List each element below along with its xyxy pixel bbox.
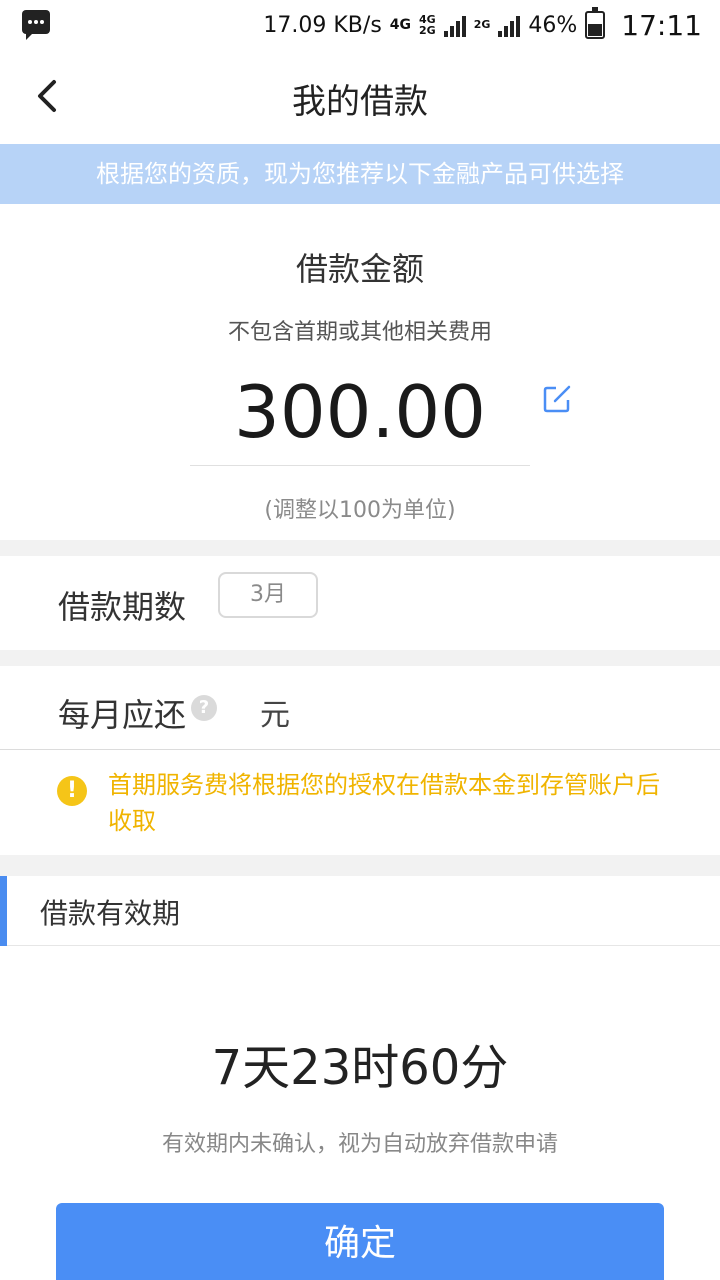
network-type-dual: 4G 2G <box>419 14 436 36</box>
edit-icon[interactable] <box>542 384 572 414</box>
recommendation-banner: 根据您的资质，现为您推荐以下金融产品可供选择 <box>0 144 720 204</box>
section-divider <box>0 650 720 666</box>
help-icon[interactable]: ? <box>191 695 217 721</box>
nav-bar: 我的借款 <box>0 50 720 144</box>
validity-header: 借款有效期 <box>0 876 720 946</box>
section-accent-bar <box>0 876 7 946</box>
signal-icon-2 <box>498 13 521 37</box>
battery-percent: 46% <box>528 12 578 38</box>
status-bar: 17.09 KB/s 4G 4G 2G 2G 46% 17:11 <box>0 0 720 50</box>
network-type-dual-bottom: 2G <box>419 24 436 37</box>
network-type-4g: 4G <box>389 17 412 33</box>
monthly-payment-label: 每月应还 <box>58 696 187 734</box>
amount-input[interactable]: 300.00 <box>190 370 530 454</box>
validity-countdown: 7天23时60分 <box>211 1040 509 1096</box>
confirm-button[interactable]: 确定 <box>56 1203 664 1280</box>
message-notification-icon <box>22 10 50 40</box>
loan-page: 17.09 KB/s 4G 4G 2G 2G 46% 17:11 我的借款 根据… <box>0 0 720 1280</box>
network-type-2g: 2G <box>473 18 491 31</box>
battery-icon <box>585 7 606 39</box>
validity-hint: 有效期内未确认，视为自动放弃借款申请 <box>161 1132 558 1157</box>
page-title: 我的借款 <box>292 82 428 122</box>
amount-subtitle: 不包含首期或其他相关费用 <box>227 320 492 345</box>
fee-warning: ! 首期服务费将根据您的授权在借款本金到存管账户后收取 <box>0 751 720 855</box>
monthly-payment-row: 每月应还 ? 元 <box>0 666 720 750</box>
validity-title: 借款有效期 <box>40 897 181 930</box>
warning-icon: ! <box>57 776 87 806</box>
amount-title: 借款金额 <box>295 250 424 288</box>
loan-period-row: 借款期数 3月 <box>0 556 720 650</box>
section-divider <box>0 540 720 556</box>
loan-period-option[interactable]: 3月 <box>218 572 318 618</box>
loan-period-label: 借款期数 <box>58 588 187 626</box>
signal-icon <box>443 13 466 37</box>
warning-text: 首期服务费将根据您的授权在借款本金到存管账户后收取 <box>108 771 660 835</box>
amount-section: 借款金额 不包含首期或其他相关费用 300.00 (调整以100为单位) <box>0 204 720 540</box>
amount-underline <box>190 465 530 466</box>
amount-hint: (调整以100为单位) <box>264 498 456 523</box>
network-speed: 17.09 KB/s <box>263 12 382 38</box>
status-indicators: 17.09 KB/s 4G 4G 2G 2G 46% 17:11 <box>263 7 702 42</box>
monthly-payment-value: 元 <box>260 698 290 733</box>
section-divider <box>0 855 720 876</box>
clock: 17:11 <box>621 8 702 42</box>
